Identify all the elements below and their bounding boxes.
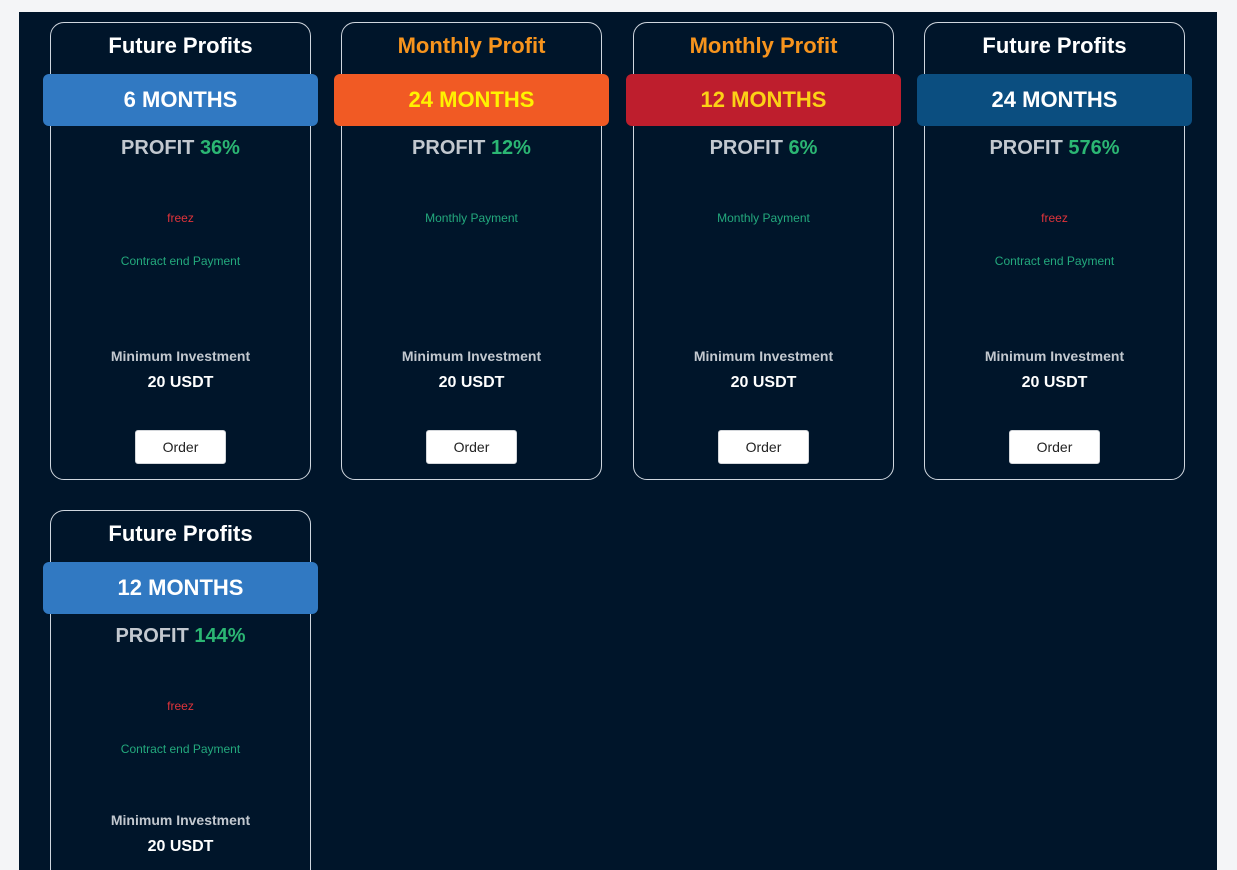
min-investment-value: 20 USDT [147,838,214,855]
min-investment-label: Minimum Investment [110,348,251,364]
profit-value: 576% [1068,137,1120,159]
min-investment-label: Minimum Investment [693,348,834,364]
payment-note: Monthly Payment [425,211,518,225]
order-button[interactable]: Order [135,430,226,464]
profit-label: PROFIT [412,137,486,159]
order-button[interactable]: Order [718,430,809,464]
profit-value: 6% [788,137,818,159]
profit-label: PROFIT [709,137,783,159]
profit-label: PROFIT [989,137,1063,159]
payment-note: Contract end Payment [120,254,241,268]
plan-card: Future Profits 24 MONTHS PROFIT 576% fre… [917,22,1192,480]
plan-profit: PROFIT 12% [342,137,601,160]
payment-note: Monthly Payment [717,211,810,225]
plans-panel: Future Profits 6 MONTHS PROFIT 36% freez… [19,12,1217,870]
plan-period: 12 MONTHS [43,562,318,614]
plan-title: Future Profits [982,33,1127,58]
payment-note: Contract end Payment [994,254,1115,268]
payment-note: Contract end Payment [120,742,241,756]
top-strip [0,0,1237,12]
min-investment-label: Minimum Investment [401,348,542,364]
plan-profit: PROFIT 36% [51,137,310,160]
freeze-note: freez [167,211,194,225]
min-investment-value: 20 USDT [730,374,797,391]
plan-profit: PROFIT 6% [634,137,893,160]
plan-title: Monthly Profit [689,33,838,58]
order-button[interactable]: Order [1009,430,1100,464]
min-investment-value: 20 USDT [1021,374,1088,391]
plan-title: Future Profits [108,521,253,546]
plan-title: Future Profits [108,33,253,58]
order-button[interactable]: Order [426,430,517,464]
profit-value: 12% [490,137,531,159]
min-investment-label: Minimum Investment [110,812,251,828]
min-investment-label: Minimum Investment [984,348,1125,364]
plan-period: 24 MONTHS [334,74,609,126]
plan-card: Future Profits 6 MONTHS PROFIT 36% freez… [43,22,318,480]
plan-profit: PROFIT 144% [51,625,310,648]
profit-value: 144% [194,625,246,647]
profit-label: PROFIT [115,625,189,647]
plan-card: Monthly Profit 24 MONTHS PROFIT 12% Mont… [334,22,609,480]
profit-label: PROFIT [121,137,195,159]
min-investment-value: 20 USDT [438,374,505,391]
plan-period: 6 MONTHS [43,74,318,126]
plan-profit: PROFIT 576% [925,137,1184,160]
freeze-note: freez [167,699,194,713]
min-investment-value: 20 USDT [147,374,214,391]
freeze-note: freez [1041,211,1068,225]
plan-card: Monthly Profit 12 MONTHS PROFIT 6% Month… [626,22,901,480]
plan-period: 12 MONTHS [626,74,901,126]
plan-title: Monthly Profit [397,33,546,58]
plan-card: Future Profits 12 MONTHS PROFIT 144% fre… [43,510,318,870]
profit-value: 36% [199,137,240,159]
plan-period: 24 MONTHS [917,74,1192,126]
